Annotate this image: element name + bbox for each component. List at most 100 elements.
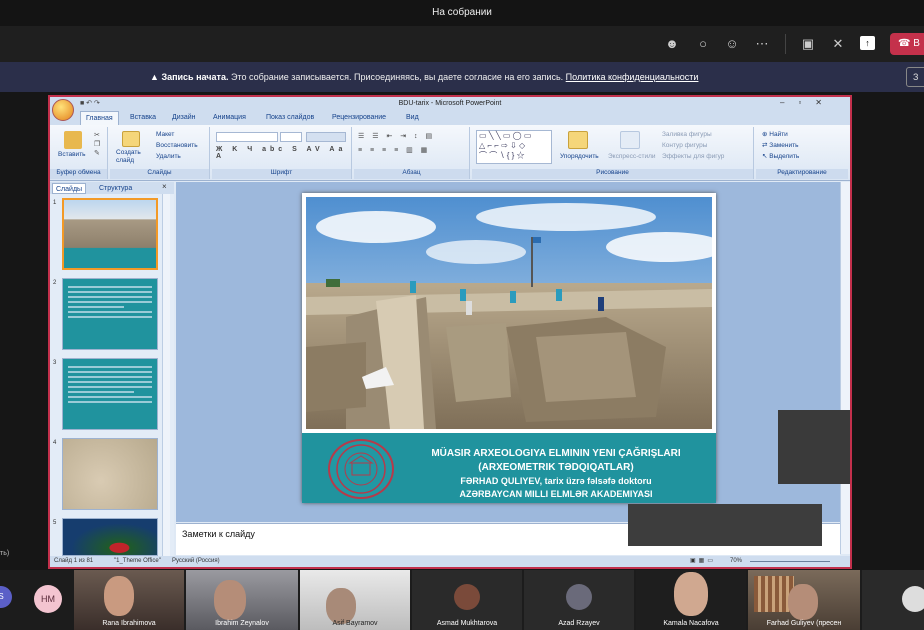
layout-button[interactable]: Макет [156, 131, 174, 139]
video-overlay-box [628, 504, 822, 546]
clipboard-label: Буфер обмена [50, 169, 107, 179]
participant-tile[interactable] [862, 570, 924, 630]
arrange-icon[interactable] [568, 131, 588, 149]
leave-button[interactable]: ☎ В [890, 33, 924, 55]
slide-thumb-3[interactable] [62, 358, 158, 430]
participant-tile[interactable]: Farhad Guliyev (пресен [748, 570, 860, 630]
slide-thumb-2[interactable] [62, 278, 158, 350]
participant-name: Azad Rzayev [558, 620, 600, 627]
arrange-button[interactable]: Упорядочить [560, 153, 599, 161]
slide-institution: AZƏRBAYCAN MILLI ELMLƏR AKADEMIYASI [459, 489, 653, 499]
replace-button[interactable]: ⇄ Заменить [762, 142, 798, 150]
emblem-graphic [336, 444, 386, 494]
replace-icon: ⇄ [762, 142, 768, 149]
thumbs-scrollbar[interactable] [162, 194, 170, 556]
tab-insert[interactable]: Вставка [130, 111, 156, 125]
privacy-link[interactable]: Политика конфиденциальности [566, 72, 699, 82]
font-size-field[interactable] [280, 132, 302, 142]
shape-outline-button[interactable]: Контур фигуры [662, 142, 707, 150]
participant-name: Kamala Nacafova [663, 620, 719, 627]
quick-access-icons[interactable]: ■ ↶ ↷ [80, 99, 100, 107]
shape-fill-button[interactable]: Заливка фигуры [662, 131, 712, 139]
paste-button[interactable]: Вставить [58, 151, 86, 159]
quick-styles-icon[interactable] [620, 131, 640, 149]
slide-thumb-5[interactable] [62, 518, 158, 556]
tab-home[interactable]: Главная [80, 111, 119, 125]
participant-name: Farhad Guliyev (пресен [766, 620, 842, 627]
participant-avatar [902, 586, 924, 612]
chat-icon[interactable]: ○ [693, 34, 713, 54]
participant-tile[interactable]: Asmad Mukhtarova [412, 570, 522, 630]
reset-button[interactable]: Восстановить [156, 142, 198, 150]
drawing-label: Рисование [472, 169, 753, 179]
font-format-icons[interactable]: Ж K Ч abc S AV Aa A [216, 146, 351, 160]
current-slide: MÜASIR ARXEOLOGIYA ELMININ YENI ÇAĞRIŞLA… [302, 193, 716, 503]
window-controls-icon[interactable]: –▫✕ [780, 98, 836, 107]
tab-review[interactable]: Рецензирование [332, 111, 386, 125]
camera-off-icon[interactable]: ▣ [798, 34, 818, 54]
delete-button[interactable]: Удалить [156, 153, 181, 161]
list-icons[interactable]: ☰ ☰ ⇤ ⇥ ↕ ▤ [358, 132, 435, 140]
thumb-number: 1 [53, 200, 57, 206]
shapes-gallery[interactable]: ▭ ╲ ╲ ▭ ◯ ▭ △ ⌐ ⌐ ⇨ ⇩ ◇ ⌒ ⌒ ∖ { } ☆ [476, 130, 552, 164]
align-icons[interactable]: ≡ ≡ ≡ ≡ ▥ ▦ [358, 146, 430, 154]
tab-design[interactable]: Дизайн [172, 111, 196, 125]
participant-face [674, 572, 708, 616]
window-title: На собрании [0, 0, 924, 26]
zoom-slider[interactable] [750, 561, 830, 562]
more-icon[interactable]: ⋯ [752, 34, 772, 54]
select-button[interactable]: ↖ Выделить [762, 153, 799, 161]
editing-label: Редактирование [756, 169, 848, 179]
meeting-toolbar: ☻ ○ ☺ ⋯ ▣ ✕ ↑ ☎ В [0, 26, 924, 62]
find-button[interactable]: ⊕ Найти [762, 131, 788, 139]
excavation-image [306, 197, 712, 429]
status-bar: Слайд 1 из 81 "1_Theme Office" Русский (… [50, 556, 850, 567]
view-buttons-icon[interactable]: ▣▦▭ [690, 556, 716, 567]
participant-avatar[interactable]: НМ [34, 585, 62, 613]
slide-thumb-4[interactable] [62, 438, 158, 510]
participant-tile[interactable]: Asif Bayramov [300, 570, 410, 630]
shape-effects-button[interactable]: Эффекты для фигур [662, 153, 724, 161]
tab-slideshow[interactable]: Показ слайдов [266, 111, 314, 125]
new-slide-icon[interactable] [122, 131, 140, 147]
thumb-number: 4 [53, 440, 57, 446]
slide-title-line1: MÜASIR ARXEOLOGIYA ELMININ YENI ÇAĞRIŞLA… [431, 448, 681, 459]
paste-icon[interactable] [64, 131, 82, 149]
status-language: Русский (Россия) [172, 558, 220, 564]
font-grow-icon[interactable] [306, 132, 346, 142]
banner-text: ▲ Запись начата. Это собрание записывает… [150, 62, 698, 92]
cut-copy-icons[interactable]: ✂ ❐ ✎ [94, 131, 100, 158]
participant-name: Asmad Mukhtarova [436, 620, 498, 627]
recording-banner: ▲ Запись начата. Это собрание записывает… [0, 62, 924, 92]
group-slides: Создать слайд Макет Восстановить Удалить… [110, 127, 210, 179]
slide-thumb-1[interactable] [62, 198, 158, 270]
mic-off-icon[interactable]: ✕ [828, 34, 848, 54]
office-button[interactable] [52, 99, 74, 121]
tab-view[interactable]: Вид [406, 111, 419, 125]
tab-outline-panel[interactable]: Структура [96, 183, 135, 194]
excavation-photo [306, 197, 712, 429]
share-icon[interactable]: ↑ [860, 36, 875, 50]
thumb-number: 3 [53, 360, 57, 366]
tab-animation[interactable]: Анимация [213, 111, 246, 125]
participant-tile[interactable]: Rana Ibrahimova [74, 570, 184, 630]
banner-bold: Запись начата. [161, 72, 229, 82]
participant-tile[interactable]: Azad Rzayev [524, 570, 634, 630]
replace-label: Заменить [769, 142, 799, 149]
participant-avatar [566, 584, 592, 610]
tab-slides-panel[interactable]: Слайды [52, 183, 87, 194]
status-theme: "1_Theme Office" [114, 558, 161, 564]
reactions-icon[interactable]: ☺ [722, 34, 742, 54]
font-name-field[interactable] [216, 132, 278, 142]
side-label: ть) [0, 550, 10, 557]
ribbon-tabs: Главная Вставка Дизайн Анимация Показ сл… [50, 111, 850, 125]
banner-close-button[interactable]: З [906, 67, 924, 87]
participant-avatar[interactable]: S [0, 586, 12, 608]
canvas-scrollbar[interactable] [840, 182, 850, 554]
participant-tile[interactable]: Kamala Nacafova [636, 570, 746, 630]
quick-styles-button[interactable]: Экспресс-стили [608, 153, 656, 161]
new-slide-button[interactable]: Создать слайд [116, 149, 150, 165]
participant-tile[interactable]: Ibrahim Zeynalov [186, 570, 298, 630]
people-icon[interactable]: ☻ [662, 34, 682, 54]
close-panel-icon[interactable]: × [162, 182, 167, 191]
